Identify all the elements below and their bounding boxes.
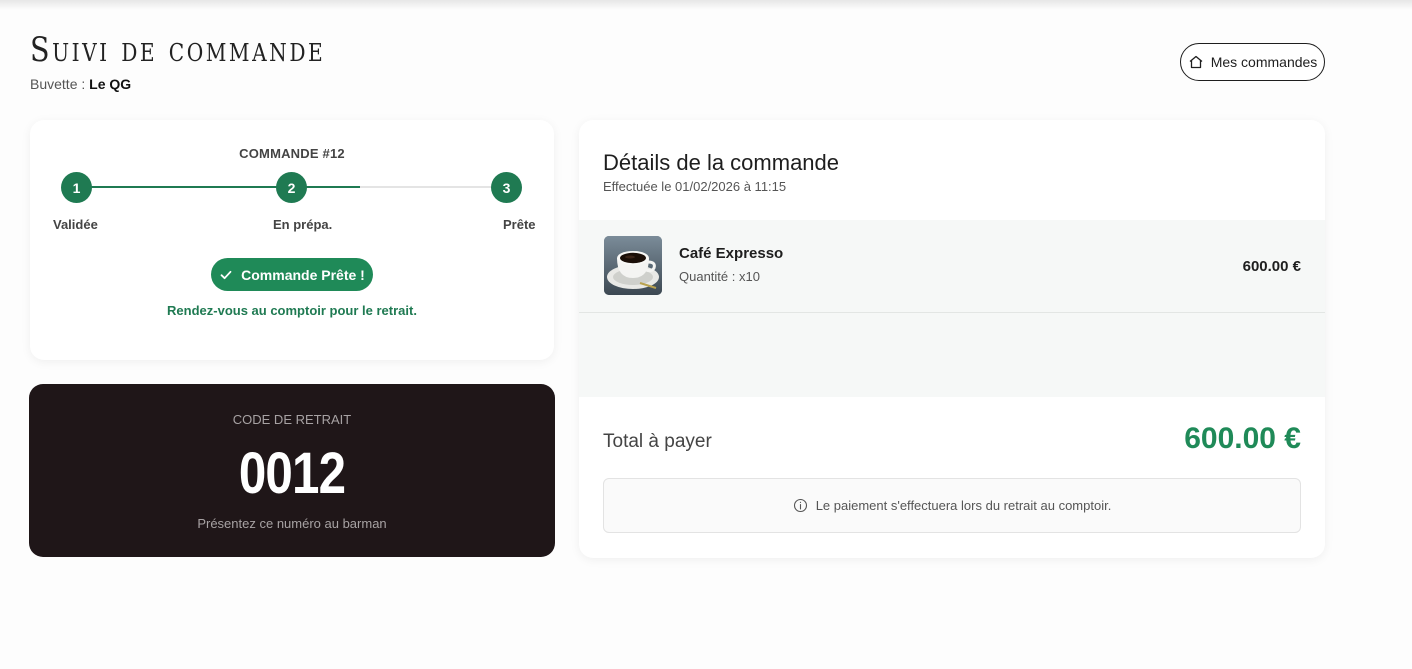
coffee-cup-image (604, 236, 662, 295)
page-title: Suivi de commande (30, 30, 326, 70)
progress-fill (76, 186, 360, 188)
items-list: Café Expresso Quantité : x10 600.00 € (579, 220, 1325, 397)
check-icon (219, 268, 233, 282)
order-status-card: COMMANDE #12 1 2 3 Validée En prépa. Prê… (30, 120, 554, 360)
order-number: COMMANDE #12 (239, 146, 345, 161)
top-shadow (0, 0, 1412, 10)
item-name: Café Expresso (679, 245, 784, 262)
ready-status-badge: Commande Prête ! (211, 258, 373, 291)
step-2-dot: 2 (276, 172, 307, 203)
buvette-info: Buvette : Le QG (30, 76, 381, 92)
page-header: Suivi de commande Buvette : Le QG (30, 30, 381, 92)
pickup-code-card: CODE DE RETRAIT 0012 Présentez ce numéro… (29, 384, 555, 557)
step-1-label: Validée (53, 217, 98, 232)
item-quantity: Quantité : x10 (679, 269, 760, 284)
step-3-dot: 3 (491, 172, 522, 203)
ready-status-label: Commande Prête ! (241, 266, 365, 283)
list-item: Café Expresso Quantité : x10 600.00 € (579, 220, 1325, 313)
pickup-code-label: CODE DE RETRAIT (232, 412, 352, 427)
ready-message: Rendez-vous au comptoir pour le retrait. (167, 303, 417, 318)
pickup-code-value: 0012 (238, 441, 346, 506)
my-orders-button[interactable]: Mes commandes (1180, 43, 1325, 81)
details-title: Détails de la commande (603, 150, 840, 175)
buvette-label: Buvette : (30, 76, 90, 92)
home-icon (1188, 54, 1204, 70)
payment-note: Le paiement s'effectuera lors du retrait… (603, 478, 1301, 533)
buvette-name: Le QG (89, 76, 132, 92)
order-date: Effectuée le 01/02/2026 à 11:15 (603, 179, 787, 194)
item-price: 600.00 € (1242, 258, 1301, 275)
total-label: Total à payer (603, 431, 712, 452)
step-1-dot: 1 (61, 172, 92, 203)
order-details-card: Détails de la commande Effectuée le 01/0… (579, 120, 1325, 558)
total-value: 600.00 € (1184, 422, 1301, 455)
my-orders-label: Mes commandes (1210, 54, 1318, 70)
info-icon (793, 498, 808, 513)
step-2-label: En prépa. (273, 217, 333, 232)
payment-note-text: Le paiement s'effectuera lors du retrait… (815, 498, 1112, 513)
step-3-label: Prête (503, 217, 536, 232)
pickup-code-hint: Présentez ce numéro au barman (197, 516, 387, 531)
